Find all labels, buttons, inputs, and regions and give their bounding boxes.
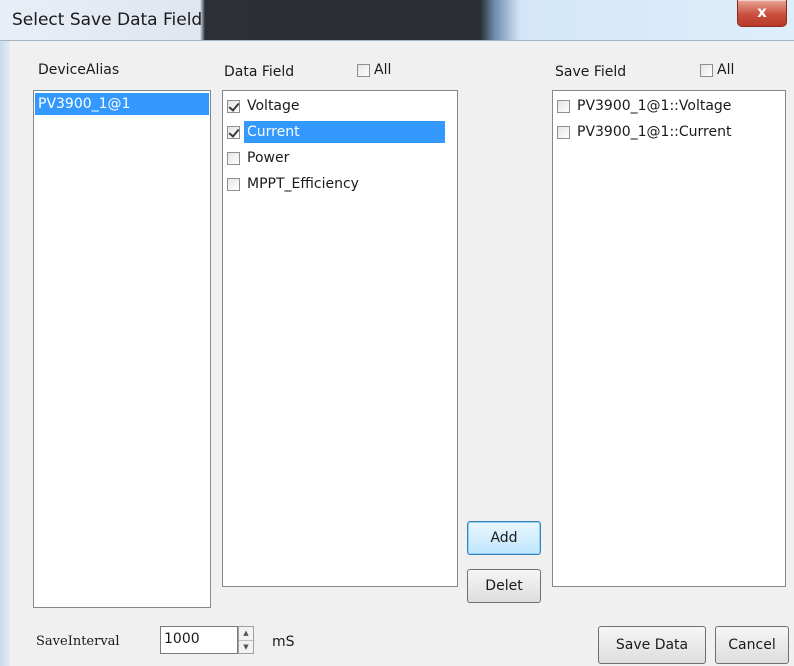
save-data-button[interactable]: Save Data [598, 626, 706, 664]
data-field-header: Data Field [224, 64, 295, 80]
cancel-button[interactable]: Cancel [715, 626, 789, 664]
save-field-header: Save Field [555, 64, 627, 80]
add-button[interactable]: Add [467, 521, 541, 555]
save-field-list[interactable]: PV3900_1@1::VoltagePV3900_1@1::Current [552, 90, 786, 587]
save-field-item[interactable]: PV3900_1@1::Voltage [553, 93, 785, 119]
data-field-all-label: All [374, 62, 392, 78]
data-field-item-label: Voltage [247, 98, 300, 114]
checkbox-icon[interactable] [227, 151, 240, 165]
save-field-item[interactable]: PV3900_1@1::Current [553, 119, 785, 145]
title-bar: Select Save Data Field x [0, 0, 794, 41]
checkmark-icon[interactable] [227, 99, 240, 113]
data-field-item[interactable]: Voltage [223, 93, 457, 119]
save-interval-input[interactable]: 1000 [160, 626, 238, 654]
save-interval-label: SaveInterval [36, 634, 120, 649]
save-interval-spinner[interactable]: ▲ ▼ [238, 626, 254, 654]
checkbox-icon[interactable] [557, 99, 570, 113]
data-field-all-checkbox[interactable]: All [357, 62, 391, 78]
save-field-item-label: PV3900_1@1::Current [577, 124, 732, 140]
checkbox-icon[interactable] [227, 177, 240, 191]
device-alias-item-label: PV3900_1@1 [35, 93, 209, 115]
checkmark-icon[interactable] [227, 125, 240, 139]
checkbox-icon[interactable] [557, 125, 570, 139]
data-field-item-label: MPPT_Efficiency [247, 176, 359, 192]
data-field-item-label: Current [244, 121, 445, 143]
window-frame-left [0, 41, 10, 666]
save-field-all-label: All [717, 62, 735, 78]
spin-up-icon[interactable]: ▲ [239, 627, 253, 640]
data-field-list[interactable]: Voltage Current Power MPPT_Efficiency [222, 90, 458, 587]
device-alias-list[interactable]: PV3900_1@1 [33, 90, 211, 608]
close-button[interactable]: x [737, 0, 787, 27]
close-icon: x [757, 3, 767, 21]
checkbox-icon [700, 63, 713, 77]
save-interval-unit: mS [272, 634, 295, 650]
save-field-item-label: PV3900_1@1::Voltage [577, 98, 732, 114]
device-alias-item[interactable]: PV3900_1@1 [34, 91, 210, 117]
checkbox-icon [357, 63, 370, 77]
save-field-all-checkbox[interactable]: All [700, 62, 734, 78]
device-alias-header: DeviceAlias [38, 62, 120, 78]
data-field-item[interactable]: MPPT_Efficiency [223, 171, 457, 197]
spin-down-icon[interactable]: ▼ [239, 640, 253, 654]
delete-button[interactable]: Delet [467, 569, 541, 603]
data-field-item[interactable]: Current [223, 119, 457, 145]
data-field-item-label: Power [247, 150, 290, 166]
data-field-item[interactable]: Power [223, 145, 457, 171]
window-title: Select Save Data Field [12, 10, 203, 30]
save-interval-value: 1000 [164, 631, 200, 647]
